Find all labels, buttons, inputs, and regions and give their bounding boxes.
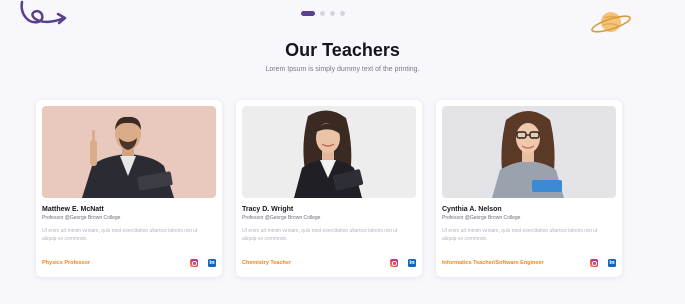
teacher-card[interactable]: Cynthia A. Nelson Professor @George Brow…: [436, 100, 622, 277]
teacher-role: Professor @George Brown College: [442, 215, 521, 221]
teacher-name: Cynthia A. Nelson: [442, 206, 502, 213]
teacher-role: Professor @George Brown College: [42, 215, 121, 221]
pager-dot[interactable]: [320, 11, 325, 16]
pager-dot[interactable]: [330, 11, 335, 16]
teacher-photo: [442, 106, 616, 198]
teacher-subject: Chemistry Teacher: [242, 260, 292, 266]
social-links: in: [390, 259, 416, 267]
pager-dot-active[interactable]: [301, 11, 315, 16]
swirl-arrow-decoration: [20, 0, 67, 25]
linkedin-icon[interactable]: in: [408, 259, 416, 267]
social-links: in: [590, 259, 616, 267]
teacher-subject: Informatics Teacher/Software Engineer: [442, 260, 544, 266]
linkedin-icon[interactable]: in: [608, 259, 616, 267]
card-footer: Chemistry Teacher in: [242, 259, 416, 267]
teacher-photo: [42, 106, 216, 198]
teacher-cards: Matthew E. McNatt Professor @George Brow…: [36, 100, 622, 277]
card-footer: Informatics Teacher/Software Engineer in: [442, 259, 616, 267]
card-footer: Physics Professor in: [42, 259, 216, 267]
teacher-card[interactable]: Tracy D. Wright Professor @George Brown …: [236, 100, 422, 277]
section-subtitle: Lorem Ipsum is simply dummy text of the …: [265, 66, 420, 73]
planet-decoration: [591, 12, 631, 33]
teacher-subject: Physics Professor: [42, 260, 90, 266]
linkedin-icon[interactable]: in: [208, 259, 216, 267]
instagram-icon[interactable]: [590, 259, 598, 267]
teacher-bio: Ut enim ad minim veniam, quis nost exerc…: [42, 228, 198, 242]
teacher-role: Professor @George Brown College: [242, 215, 321, 221]
teacher-bio: Ut enim ad minim veniam, quis nost exerc…: [242, 228, 398, 242]
pager-dot[interactable]: [340, 11, 345, 16]
section-title: Our Teachers: [285, 40, 400, 60]
social-links: in: [190, 259, 216, 267]
carousel-pager: [301, 11, 345, 16]
instagram-icon[interactable]: [390, 259, 398, 267]
instagram-icon[interactable]: [190, 259, 198, 267]
teacher-photo: [242, 106, 416, 198]
teacher-name: Matthew E. McNatt: [42, 206, 104, 213]
teacher-name: Tracy D. Wright: [242, 206, 294, 213]
teacher-bio: Ut enim ad minim veniam, quis nost exerc…: [442, 228, 598, 242]
teacher-card[interactable]: Matthew E. McNatt Professor @George Brow…: [36, 100, 222, 277]
